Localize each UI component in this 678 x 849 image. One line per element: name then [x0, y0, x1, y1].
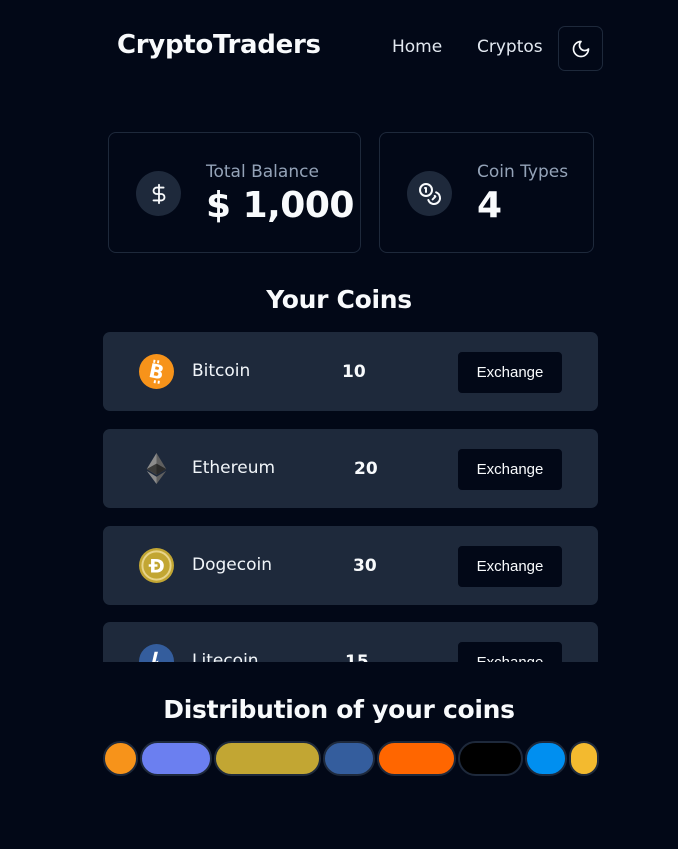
coin-types-value: 4 — [477, 185, 502, 226]
exchange-button[interactable]: Exchange — [457, 545, 563, 588]
coins-list[interactable]: B Bitcoin 10 Exchange Ethereum 20 Exchan… — [103, 332, 598, 662]
distribution-segment — [213, 741, 321, 776]
total-balance-label: Total Balance — [206, 162, 319, 182]
nav-cryptos-link[interactable]: Cryptos — [477, 37, 543, 57]
coin-name: Litecoin — [192, 651, 259, 662]
exchange-button[interactable]: Exchange — [457, 351, 563, 394]
coin-row-dogecoin: D Dogecoin 30 Exchange — [103, 526, 598, 605]
distribution-segment — [376, 741, 457, 776]
distribution-segment — [569, 741, 599, 776]
distribution-segment — [322, 741, 375, 776]
dogecoin-icon: D — [139, 548, 174, 583]
coin-types-card: Coin Types 4 — [379, 132, 594, 253]
coin-types-label: Coin Types — [477, 162, 569, 182]
coins-icon — [407, 171, 452, 216]
page: CryptoTraders Home Cryptos Total Balance… — [0, 0, 678, 849]
brand-logo[interactable]: CryptoTraders — [117, 30, 321, 60]
coin-row-bitcoin: B Bitcoin 10 Exchange — [103, 332, 598, 411]
dollar-icon — [136, 171, 181, 216]
your-coins-title: Your Coins — [266, 285, 412, 314]
moon-icon — [572, 40, 589, 57]
svg-text:D: D — [149, 556, 164, 577]
distribution-segment — [103, 741, 138, 776]
distribution-segment — [458, 741, 523, 776]
distribution-segment — [139, 741, 212, 776]
nav-home-link[interactable]: Home — [392, 37, 442, 57]
total-balance-card: Total Balance $ 1,000 — [108, 132, 361, 253]
litecoin-icon — [139, 644, 174, 662]
coin-name: Bitcoin — [192, 361, 251, 381]
header: CryptoTraders Home Cryptos — [0, 0, 678, 96]
total-balance-value: $ 1,000 — [206, 185, 354, 226]
ethereum-icon — [146, 452, 167, 485]
coin-name: Dogecoin — [192, 555, 272, 575]
coin-amount: 10 — [342, 362, 366, 382]
coin-row-litecoin: Litecoin 15 Exchange — [103, 622, 598, 662]
exchange-button[interactable]: Exchange — [457, 641, 563, 662]
distribution-bar — [103, 741, 599, 776]
coin-row-ethereum: Ethereum 20 Exchange — [103, 429, 598, 508]
distribution-segment — [524, 741, 568, 776]
coin-name: Ethereum — [192, 458, 276, 478]
coin-amount: 15 — [345, 652, 369, 662]
distribution-title: Distribution of your coins — [163, 695, 515, 724]
coin-amount: 20 — [354, 459, 378, 479]
bitcoin-icon: B — [139, 354, 174, 389]
exchange-button[interactable]: Exchange — [457, 448, 563, 491]
coin-amount: 30 — [353, 556, 377, 576]
theme-toggle-button[interactable] — [558, 26, 603, 71]
